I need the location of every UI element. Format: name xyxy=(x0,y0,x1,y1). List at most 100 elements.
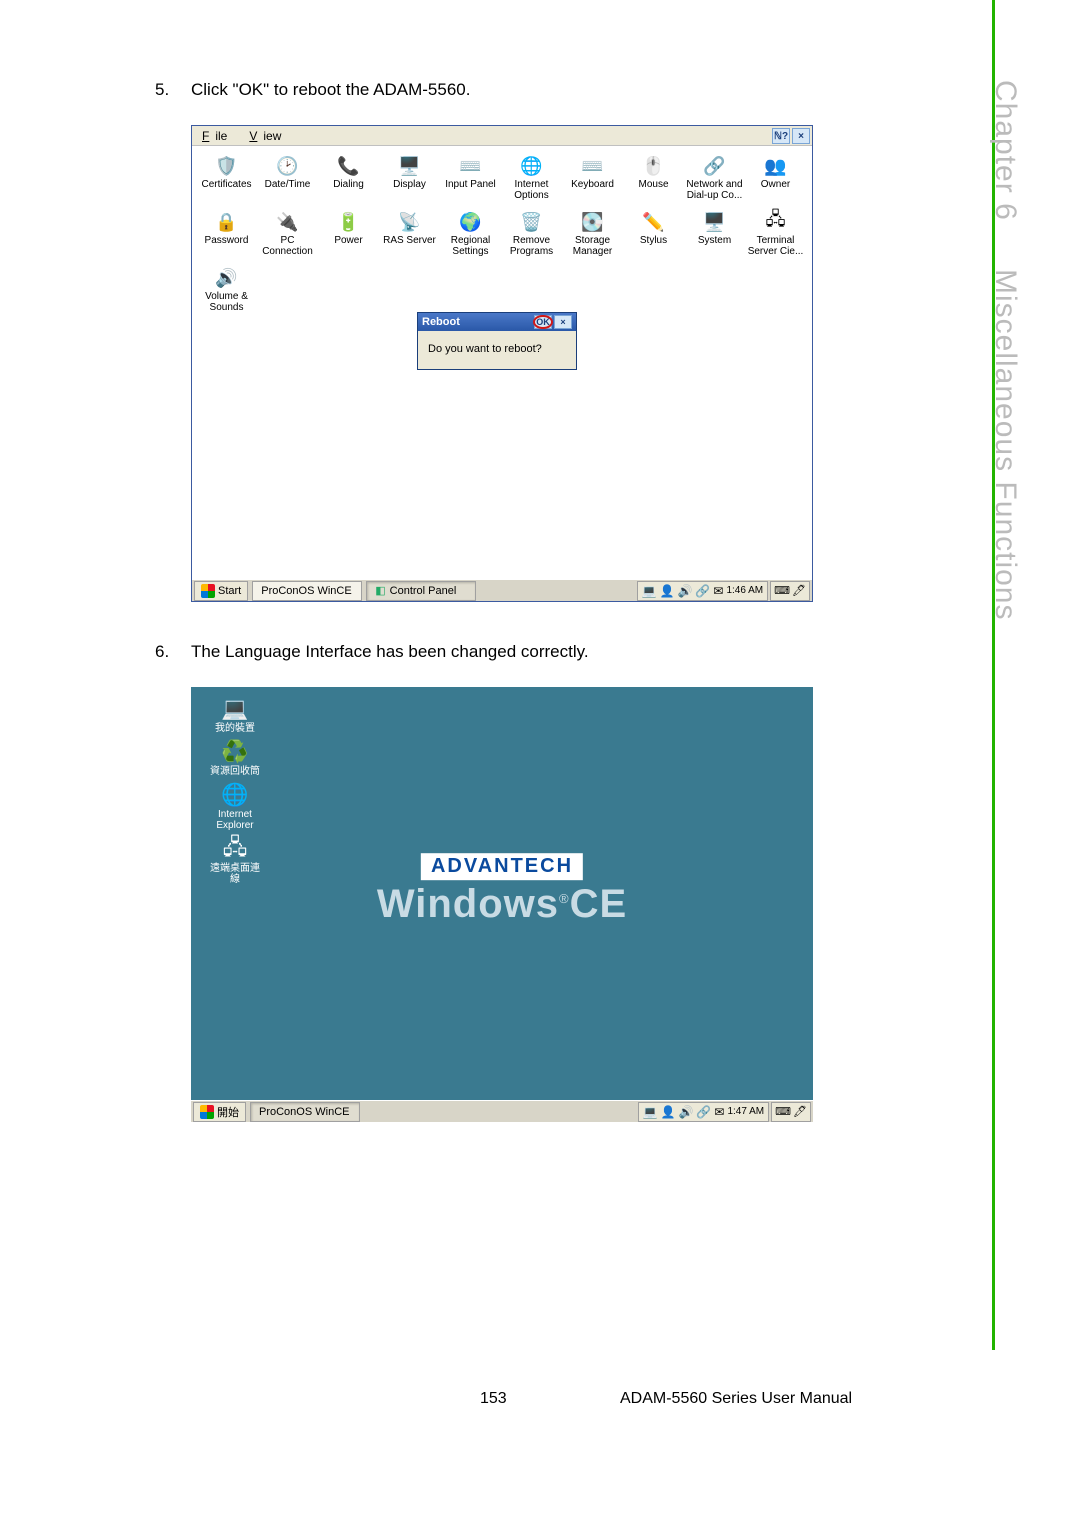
cp-item-certificates[interactable]: 🛡️Certificates xyxy=(196,152,257,208)
step-6: 6. The Language Interface has been chang… xyxy=(155,642,855,662)
cp-item-display[interactable]: 🖥️Display xyxy=(379,152,440,208)
cp-item-volume-sounds[interactable]: 🔊Volume & Sounds xyxy=(196,264,257,320)
cp-icon-label: Dialing xyxy=(333,179,364,190)
chapter-tab-text: Chapter 6 Miscellaneous Functions xyxy=(988,80,1022,620)
step-5-text: Click "OK" to reboot the ADAM-5560. xyxy=(191,80,470,100)
cp-item-internet-options[interactable]: 🌐Internet Options xyxy=(501,152,562,208)
cp-item-input-panel[interactable]: ⌨️Input Panel xyxy=(440,152,501,208)
cp-item-keyboard[interactable]: ⌨️Keyboard xyxy=(562,152,623,208)
cp-item-date-time[interactable]: 🕑Date/Time xyxy=(257,152,318,208)
cp-item-mouse[interactable]: 🖱️Mouse xyxy=(623,152,684,208)
tray-icon: 🔊 xyxy=(677,585,692,597)
cp-item-system[interactable]: 🖥️System xyxy=(684,208,745,264)
taskbar-proconos[interactable]: ProConOS WinCE xyxy=(252,581,362,601)
reboot-close-button[interactable]: × xyxy=(554,315,572,329)
start-label-zh: 開始 xyxy=(217,1104,239,1120)
cp-icon: 🌐 xyxy=(517,154,547,178)
cp-icon-label: Terminal Server Cie... xyxy=(748,235,804,257)
desktop-icon-label: 資源回收筒 xyxy=(210,766,260,777)
cp-item-power[interactable]: 🔋Power xyxy=(318,208,379,264)
tray-icon: ✉ xyxy=(713,585,723,597)
cp-icon-label: Power xyxy=(334,235,362,246)
windows-ce-logo: Windows®CE xyxy=(377,882,627,927)
desktop-icon[interactable]: 💻我的裝置 xyxy=(199,695,271,734)
menu-file[interactable]: File xyxy=(196,128,239,144)
taskbar-control-panel[interactable]: ◧Control Panel xyxy=(366,581,476,601)
control-panel-icons: 🛡️Certificates🕑Date/Time📞Dialing🖥️Displa… xyxy=(192,146,812,326)
taskbar-proconos-zh[interactable]: ProConOS WinCE xyxy=(250,1102,360,1122)
desktop-icons: 💻我的裝置 ♻️資源回收筒 🌐Internet Explorer🖧遠端桌面連 線 xyxy=(199,695,271,885)
cp-icon-label: Password xyxy=(205,235,249,246)
cp-icon: ✏️ xyxy=(639,210,669,234)
cp-icon-label: System xyxy=(698,235,731,246)
cp-icon: 🌍 xyxy=(456,210,486,234)
reboot-dialog: Reboot OK × Do you want to reboot? xyxy=(417,312,577,370)
desktop-icon-glyph: 🖧 xyxy=(219,835,251,863)
system-tray-zh[interactable]: 💻 👤 🔊 🔗 ✉ 1:47 AM xyxy=(638,1102,770,1122)
cp-item-terminal-server-cie-[interactable]: 🖧Terminal Server Cie... xyxy=(745,208,806,264)
menu-view[interactable]: View xyxy=(243,128,293,144)
cp-item-regional-settings[interactable]: 🌍Regional Settings xyxy=(440,208,501,264)
control-panel-screenshot: File View ℕ?? × 🛡️Certificates🕑Date/Time… xyxy=(191,125,813,602)
cp-item-password[interactable]: 🔒Password xyxy=(196,208,257,264)
cp-icon-label: Volume & Sounds xyxy=(205,291,248,313)
tray-icon: 🔊 xyxy=(678,1106,693,1118)
cp-icon: 🛡️ xyxy=(212,154,242,178)
cp-icon-label: Remove Programs xyxy=(510,235,553,257)
cp-icon-label: RAS Server xyxy=(383,235,436,246)
cp-item-network-and-dial-up-co-[interactable]: 🔗Network and Dial-up Co... xyxy=(684,152,745,208)
cp-item-dialing[interactable]: 📞Dialing xyxy=(318,152,379,208)
page-number: 153 xyxy=(480,1390,507,1408)
taskbar: Start ProConOS WinCE ◧Control Panel 💻 👤 … xyxy=(192,579,812,601)
help-button[interactable]: ℕ?? xyxy=(772,128,790,144)
cp-item-storage-manager[interactable]: 💽Storage Manager xyxy=(562,208,623,264)
tray-icon: ✉ xyxy=(714,1106,724,1118)
reboot-titlebar: Reboot OK × xyxy=(418,313,576,331)
cp-icon: 💽 xyxy=(578,210,608,234)
cp-icon: 📞 xyxy=(334,154,364,178)
start-button-zh[interactable]: 開始 xyxy=(193,1102,246,1122)
tray-clock-zh: 1:47 AM xyxy=(727,1106,764,1117)
tray-icon: 👤 xyxy=(660,585,675,597)
step-5-num: 5. xyxy=(155,80,191,100)
desktop-icon-label: Internet Explorer xyxy=(216,809,253,831)
desktop-icon[interactable]: 🖧遠端桌面連 線 xyxy=(199,835,271,885)
cp-icon: 🖥️ xyxy=(700,210,730,234)
cp-item-remove-programs[interactable]: 🗑️Remove Programs xyxy=(501,208,562,264)
cp-icon-label: Stylus xyxy=(640,235,667,246)
tray-extra-zh[interactable]: ⌨🖊 xyxy=(771,1102,811,1122)
step-6-text: The Language Interface has been changed … xyxy=(191,642,589,662)
desktop-icon-glyph: ♻️ xyxy=(219,738,251,766)
cp-item-stylus[interactable]: ✏️Stylus xyxy=(623,208,684,264)
cp-icon-label: Internet Options xyxy=(514,179,548,201)
reboot-title: Reboot xyxy=(422,316,460,328)
reboot-body: Do you want to reboot? xyxy=(418,331,576,369)
start-button[interactable]: Start xyxy=(194,581,248,601)
advantech-logo: ADVANTECH xyxy=(421,853,583,880)
tray-clock: 1:46 AM xyxy=(726,585,763,596)
tray-extra[interactable]: ⌨🖊 xyxy=(770,581,810,601)
cp-icon-label: PC Connection xyxy=(262,235,313,257)
reboot-ok-button[interactable]: OK xyxy=(534,315,552,329)
desktop-icon-label: 我的裝置 xyxy=(215,723,255,734)
cp-icon: 📡 xyxy=(395,210,425,234)
cp-icon-label: Storage Manager xyxy=(573,235,612,257)
cp-icon: 🕑 xyxy=(273,154,303,178)
cp-icon: 🔋 xyxy=(334,210,364,234)
desktop-screenshot: 💻我的裝置♻️資源回收筒🌐Internet Explorer🖧遠端桌面連 線 A… xyxy=(191,687,813,1122)
cp-item-owner[interactable]: 👥Owner xyxy=(745,152,806,208)
tray-icon: 💻 xyxy=(643,1106,658,1118)
tray-icon: 💻 xyxy=(642,585,657,597)
cp-icon: ⌨️ xyxy=(578,154,608,178)
cp-item-ras-server[interactable]: 📡RAS Server xyxy=(379,208,440,264)
cp-icon-label: Date/Time xyxy=(265,179,311,190)
cp-item-pc-connection[interactable]: 🔌PC Connection xyxy=(257,208,318,264)
cp-icon: ⌨️ xyxy=(456,154,486,178)
cp-icon-label: Certificates xyxy=(201,179,251,190)
desktop-icon[interactable]: ♻️資源回收筒 xyxy=(199,738,271,777)
system-tray[interactable]: 💻 👤 🔊 🔗 ✉ 1:46 AM xyxy=(637,581,769,601)
cp-icon: 🖥️ xyxy=(395,154,425,178)
close-button[interactable]: × xyxy=(792,128,810,144)
desktop-icon[interactable]: 🌐Internet Explorer xyxy=(199,781,271,831)
manual-title: ADAM-5560 Series User Manual xyxy=(620,1390,852,1408)
